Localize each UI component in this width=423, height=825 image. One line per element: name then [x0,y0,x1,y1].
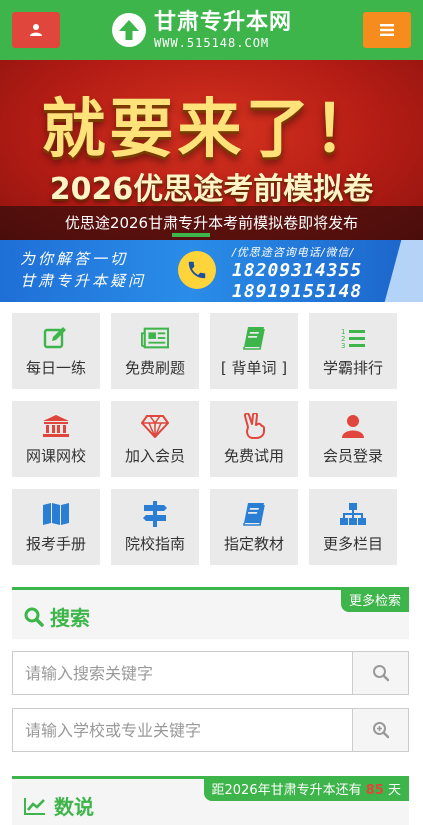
menu-daily-practice[interactable]: 每日一练 [12,313,100,389]
logo-url: WWW.515148.COM [154,35,270,50]
sitemap-icon [339,501,367,527]
consult-banner[interactable]: 为你解答一切 甘肃专升本疑问 /优思途咨询电话/微信/ 18209314355 … [0,240,423,302]
banner-subheadline: 2026优思途考前模拟卷 [49,172,374,207]
menu-label: 报考手册 [25,535,86,553]
menu-label: 免费试用 [223,447,284,465]
newspaper-icon [141,325,169,351]
hamburger-icon [380,24,394,36]
menu-button[interactable] [363,12,411,48]
countdown-prefix: 距2026年甘肃专升本还有 [211,783,362,798]
site-logo[interactable]: 甘肃专升本网 WWW.515148.COM [112,8,312,52]
edit-icon [42,325,70,351]
search-section-title: 搜索 [50,606,90,630]
svg-text:3: 3 [341,342,345,350]
decorative-stripe [384,240,423,302]
menu-join-member[interactable]: 加入会员 [111,401,199,477]
keyword-search-row [12,651,409,695]
consult-phone-1[interactable]: 18209314355 [232,260,362,281]
countdown-days: 85 [365,783,384,798]
hero-banner[interactable]: 就要来了！ 2026优思途考前模拟卷 优思途2026甘肃专升本考前模拟卷即将发布 [0,60,423,240]
hand-peace-icon [240,413,268,439]
user-button[interactable] [12,12,60,48]
line-chart-icon [24,797,45,815]
menu-college-guide[interactable]: 院校指南 [111,489,199,565]
menu-vocabulary[interactable]: [ 背单词 ] [210,313,298,389]
school-search-button[interactable] [353,708,409,752]
consult-slogan-line2: 甘肃专升本疑问 [20,272,147,290]
user-icon [339,413,367,439]
menu-label: 指定教材 [223,535,284,553]
menu-online-courses[interactable]: 网课网校 [12,401,100,477]
consult-phone-2[interactable]: 18919155148 [232,281,362,302]
book-icon [240,501,268,527]
menu-label: 网课网校 [25,447,86,465]
menu-label: 每日一练 [25,359,86,377]
menu-designated-textbooks[interactable]: 指定教材 [210,489,298,565]
menu-free-questions[interactable]: 免费刷题 [111,313,199,389]
consult-slogan-line1: 为你解答一切 [20,250,129,268]
signpost-icon [141,501,169,527]
menu-label: [ 背单词 ] [220,359,288,377]
search-icon [372,665,389,682]
menu-label: 学霸排行 [322,359,383,377]
school-search-row [12,708,409,752]
menu-exam-handbook[interactable]: 报考手册 [12,489,100,565]
keyword-search-input[interactable] [12,651,353,695]
ordered-list-icon: 123 [339,325,367,351]
logo-arrow-icon [112,13,146,47]
menu-label: 院校指南 [124,535,185,553]
phone-icon [178,251,216,289]
menu-label: 免费刷题 [124,359,185,377]
menu-free-trial[interactable]: 免费试用 [210,401,298,477]
banner-headline: 就要来了！ [41,92,382,167]
menu-label: 加入会员 [124,447,185,465]
map-icon [42,501,70,527]
school-search-input[interactable] [12,708,353,752]
banner-caption: 优思途2026甘肃专升本考前模拟卷即将发布 [0,206,423,240]
user-icon [30,24,42,36]
search-icon [24,607,44,627]
top-header: 甘肃专升本网 WWW.515148.COM [0,0,423,60]
logo-title: 甘肃专升本网 [154,9,293,35]
exam-countdown: 距2026年甘肃专升本还有 85 天 [203,776,409,801]
book-icon [240,325,268,351]
countdown-suffix: 天 [387,783,401,798]
institution-icon [42,413,70,439]
zoom-in-icon [372,722,389,739]
carousel-indicator[interactable] [172,233,210,237]
stats-section-title: 数说 [54,795,94,819]
menu-top-rank[interactable]: 123 学霸排行 [309,313,397,389]
consult-label: /优思途咨询电话/微信/ [232,246,355,259]
stats-section-header: 数说 距2026年甘肃专升本还有 85 天 [12,776,409,825]
menu-label: 更多栏目 [322,535,383,553]
more-search-link[interactable]: 更多检索 [340,587,409,612]
menu-member-login[interactable]: 会员登录 [309,401,397,477]
menu-more-sections[interactable]: 更多栏目 [309,489,397,565]
search-section-header: 搜索 更多检索 [12,587,409,639]
menu-label: 会员登录 [322,447,383,465]
keyword-search-button[interactable] [353,651,409,695]
diamond-icon [141,413,169,439]
